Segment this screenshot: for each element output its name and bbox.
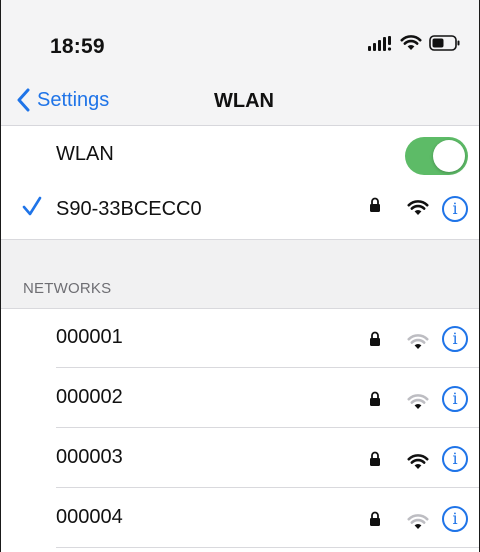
info-icon[interactable]: i bbox=[442, 446, 468, 472]
wifi-strength-full-icon bbox=[407, 454, 429, 469]
chevron-left-icon bbox=[17, 88, 30, 112]
info-icon[interactable]: i bbox=[442, 386, 468, 412]
info-icon[interactable]: i bbox=[442, 506, 468, 532]
wifi-strength-weak-icon bbox=[407, 514, 429, 529]
wlan-toggle-switch[interactable] bbox=[405, 137, 468, 175]
row-divider bbox=[56, 427, 479, 428]
row-divider bbox=[56, 487, 479, 488]
section-gap: NETWORKS bbox=[1, 239, 479, 309]
back-button[interactable]: Settings bbox=[17, 88, 109, 112]
status-icons bbox=[367, 34, 461, 51]
status-bar: 18:59 bbox=[1, 0, 479, 76]
row-divider bbox=[56, 547, 479, 548]
wifi-strength-weak-icon bbox=[407, 394, 429, 409]
checkmark-icon bbox=[22, 196, 42, 216]
row-divider bbox=[56, 367, 479, 368]
lock-icon bbox=[370, 391, 380, 406]
cellular-signal-icon bbox=[368, 35, 392, 51]
info-icon[interactable]: i bbox=[442, 196, 468, 222]
lock-icon bbox=[370, 197, 380, 212]
networks-section-header: NETWORKS bbox=[23, 280, 112, 297]
wlan-settings-screen: 18:59 WLAN Settings WLAN S90-33BCECC0 NE… bbox=[0, 0, 480, 552]
lock-icon bbox=[370, 331, 380, 346]
lock-icon bbox=[370, 511, 380, 526]
network-name: 000004 bbox=[56, 506, 123, 528]
info-icon[interactable]: i bbox=[442, 326, 468, 352]
network-name: 000001 bbox=[56, 326, 123, 348]
network-name: 000003 bbox=[56, 446, 123, 468]
wifi-strength-weak-icon bbox=[407, 334, 429, 349]
lock-icon bbox=[370, 451, 380, 466]
battery-icon bbox=[429, 34, 460, 51]
wifi-strength-full-icon bbox=[407, 200, 429, 215]
back-button-label: Settings bbox=[37, 88, 110, 111]
wifi-status-icon bbox=[400, 35, 422, 50]
connected-network-name: S90-33BCECC0 bbox=[56, 198, 202, 220]
navigation-bar: WLAN Settings bbox=[1, 76, 479, 126]
wlan-toggle-label: WLAN bbox=[56, 143, 114, 165]
connected-network-accessories bbox=[369, 197, 381, 213]
network-name: 000002 bbox=[56, 386, 123, 408]
status-time: 18:59 bbox=[50, 35, 105, 58]
toggle-knob bbox=[433, 140, 465, 172]
